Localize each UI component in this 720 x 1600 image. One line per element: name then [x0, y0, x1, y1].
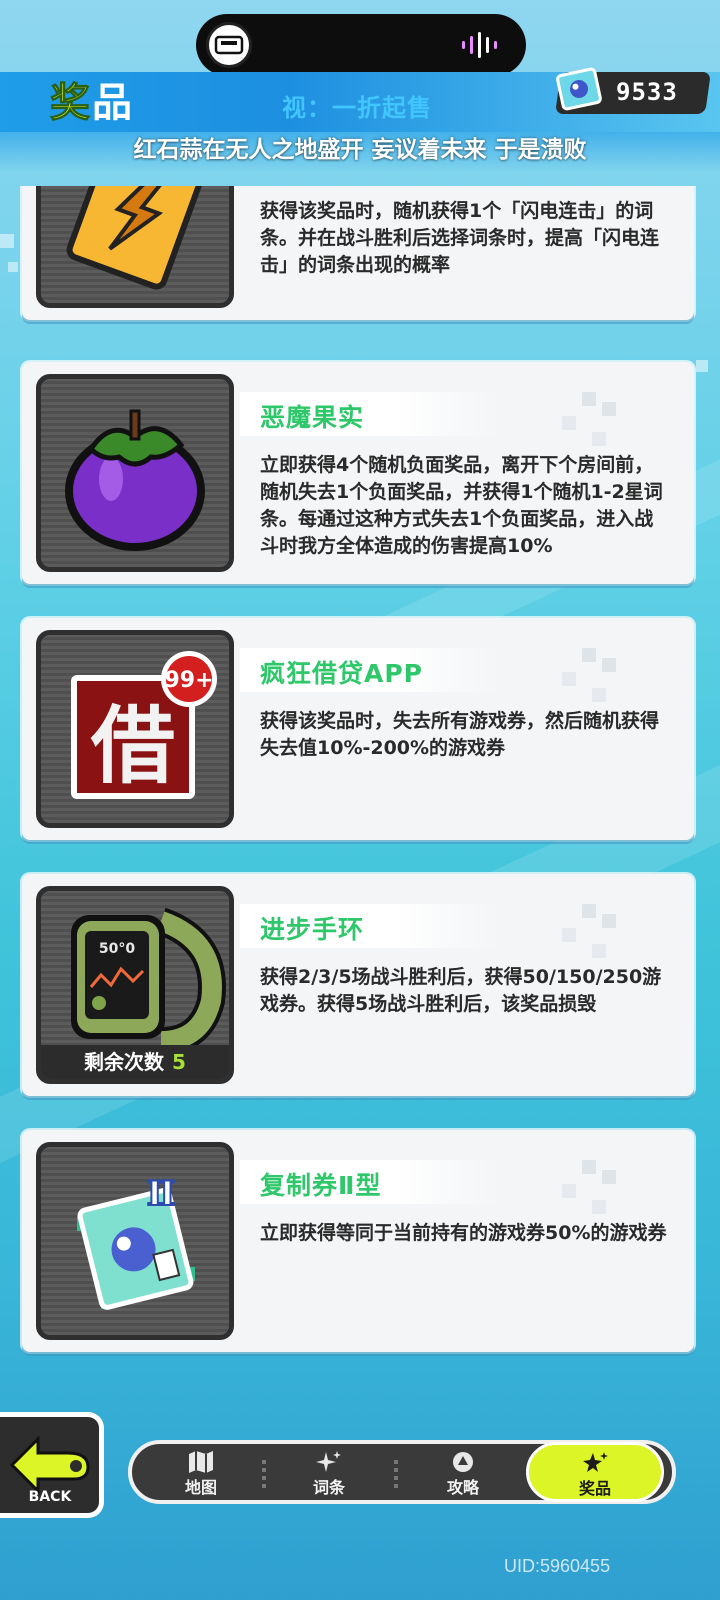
prize-icon-frame: 50°0 剩余次数 5	[36, 886, 234, 1084]
prize-description: 获得该奖品时，失去所有游戏券，然后随机获得失去值10%-200%的游戏券	[260, 710, 660, 759]
dynamic-island	[196, 14, 526, 76]
tab-map[interactable]: 地图	[146, 1444, 256, 1500]
prize-icon-frame: Ⅱ	[36, 1142, 234, 1340]
remaining-uses-label: 剩余次数 5	[41, 1045, 229, 1079]
back-arrow-icon: BACK	[9, 1435, 90, 1505]
prize-name: 恶魔果实	[260, 403, 365, 432]
prize-card[interactable]: 50°0 剩余次数 5 进步手环 获得2/3/5场战斗胜利后，获得50/150/2…	[22, 874, 694, 1096]
prize-icon	[583, 1452, 608, 1472]
recording-app-icon	[206, 22, 252, 68]
tab-prizes[interactable]: 奖品	[526, 1442, 664, 1502]
page-title-part1: 奖	[50, 80, 92, 127]
nav-separator	[394, 1458, 398, 1488]
prize-description: 获得该奖品时，随机获得1个「闪电连击」的词条。并在战斗胜利后选择词条时，提高「闪…	[260, 200, 660, 276]
remaining-uses-count: 5	[172, 1050, 186, 1074]
prize-icon-frame	[36, 186, 234, 308]
prize-description: 立即获得4个随机负面奖品，离开下个房间前，随机失去1个负面奖品，并获得1个随机1…	[260, 454, 663, 557]
user-id: UID:5960455	[504, 1556, 611, 1576]
ticket-currency-icon	[556, 67, 602, 111]
prize-name: 复制券Ⅱ型	[260, 1171, 382, 1200]
sale-subtitle: 视：一折起售	[282, 94, 432, 122]
tab-guide[interactable]: 攻略	[408, 1444, 518, 1500]
copy-ticket-icon: Ⅱ	[77, 1173, 195, 1310]
copy-ticket-roman: Ⅱ	[147, 1174, 176, 1214]
prize-card[interactable]: Ⅱ 复制券Ⅱ型 立即获得等同于当前持有的游戏券50%的游戏券	[22, 1130, 694, 1352]
tab-entries[interactable]: 词条	[274, 1444, 384, 1500]
remaining-uses-text: 剩余次数	[84, 1050, 165, 1074]
prize-name: 进步手环	[260, 915, 365, 944]
loan-glyph: 借	[90, 697, 175, 795]
loan-badge: 99+	[164, 668, 213, 693]
prize-name: 疯狂借贷APP	[260, 659, 423, 688]
audio-wave-icon	[462, 32, 497, 58]
map-icon	[189, 1451, 213, 1473]
tab-label: 攻略	[446, 1478, 479, 1497]
page-title: 奖品	[50, 70, 134, 128]
loan-app-icon: 借 99+	[71, 651, 217, 799]
prize-description: 获得2/3/5场战斗胜利后，获得50/150/250游戏券。获得5场战斗胜利后，…	[260, 966, 662, 1015]
prize-icon-frame: 借 99+	[36, 630, 234, 828]
sparkle-icon	[316, 1451, 341, 1472]
prize-icon-frame	[36, 374, 234, 572]
prize-list[interactable]: 获得该奖品时，随机获得1个「闪电连击」的词条。并在战斗胜利后选择词条时，提高「闪…	[0, 186, 720, 1386]
nav-separator	[262, 1458, 266, 1488]
tab-label: 词条	[312, 1478, 345, 1497]
tab-label: 奖品	[578, 1479, 611, 1498]
bottom-nav: 地图 词条 攻略 奖品	[128, 1440, 676, 1504]
tab-label: 地图	[184, 1478, 217, 1497]
prize-card[interactable]: 借 99+ 疯狂借贷APP 获得该奖品时，失去所有游戏券，然后随机获得失去值10…	[22, 618, 694, 840]
watch-screen-text: 50°0	[99, 941, 135, 957]
currency-value: 9533	[616, 78, 678, 106]
back-label: BACK	[29, 1489, 73, 1505]
lightning-card-icon	[66, 186, 207, 290]
guide-icon	[453, 1452, 473, 1472]
prize-card[interactable]: 获得该奖品时，随机获得1个「闪电连击」的词条。并在战斗胜利后选择词条时，提高「闪…	[22, 186, 694, 320]
page-title-part2: 品	[92, 80, 134, 126]
prize-card[interactable]: 恶魔果实 立即获得4个随机负面奖品，离开下个房间前，随机失去1个负面奖品，并获得…	[22, 362, 694, 584]
lyric-subtitle: 红石蒜在无人之地盛开 妄议着未来 于是溃败	[133, 137, 587, 163]
back-button[interactable]: BACK	[0, 1412, 104, 1518]
devil-fruit-icon	[65, 409, 205, 551]
prize-description: 立即获得等同于当前持有的游戏券50%的游戏券	[260, 1222, 667, 1244]
